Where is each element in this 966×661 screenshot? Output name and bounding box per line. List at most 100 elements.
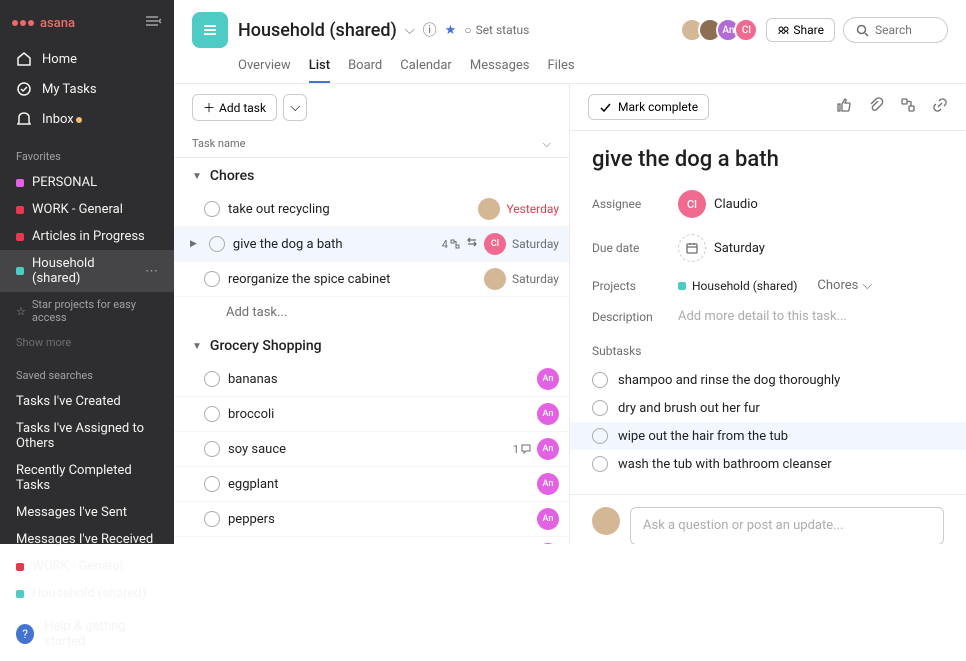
check-icon <box>599 101 612 114</box>
favorite-item[interactable]: Household (shared)⋯ <box>0 250 174 292</box>
tab-calendar[interactable]: Calendar <box>400 58 452 83</box>
like-icon[interactable] <box>836 97 852 117</box>
task-assignee-avatar[interactable] <box>478 198 500 220</box>
more-icon[interactable]: ⋯ <box>145 264 158 279</box>
collapse-sidebar-icon[interactable] <box>144 14 162 32</box>
column-menu-icon[interactable]: ⌵ <box>543 137 551 151</box>
favorite-item[interactable]: Articles in Progress <box>0 223 174 250</box>
task-row[interactable]: reorganize the spice cabinet Saturday <box>174 262 569 297</box>
assignee-field[interactable]: Cl Claudio <box>678 190 758 218</box>
search-input[interactable] <box>875 23 935 37</box>
info-icon[interactable]: ⓘ <box>423 20 437 40</box>
add-task-button[interactable]: ＋ Add task <box>192 94 277 121</box>
add-task-dropdown[interactable]: ⌵ <box>283 94 307 121</box>
section-header[interactable]: ▼Chores <box>174 158 569 192</box>
mark-complete-button[interactable]: Mark complete <box>588 94 709 120</box>
subtask-row[interactable]: dry and brush out her fur <box>592 394 944 422</box>
subtask-name: dry and brush out her fur <box>618 401 760 416</box>
complete-checkbox[interactable] <box>592 400 608 416</box>
saved-search-item[interactable]: Tasks I've Assigned to Others <box>0 415 174 457</box>
complete-checkbox[interactable] <box>204 201 220 217</box>
task-row[interactable]: ciabattaAn <box>174 537 569 544</box>
tab-messages[interactable]: Messages <box>470 58 530 83</box>
asana-logo[interactable]: asana <box>12 16 75 31</box>
search-box[interactable] <box>843 17 948 43</box>
subtask-row[interactable]: wipe out the hair from the tub <box>570 422 966 450</box>
saved-search-item[interactable]: Tasks I've Created <box>0 388 174 415</box>
complete-checkbox[interactable] <box>204 271 220 287</box>
task-row[interactable]: eggplantAn <box>174 467 569 502</box>
saved-search-item[interactable]: Messages I've Sent <box>0 499 174 526</box>
nav-my-tasks[interactable]: My Tasks <box>0 74 174 104</box>
project-icon[interactable] <box>192 12 228 48</box>
task-row[interactable]: soy sauce 1 An <box>174 432 569 467</box>
star-icon[interactable]: ★ <box>445 23 457 38</box>
task-row[interactable]: take out recyclingYesterday <box>174 192 569 227</box>
subtasks-header: Subtasks <box>592 344 944 358</box>
task-row[interactable]: broccoliAn <box>174 397 569 432</box>
subtask-row[interactable]: shampoo and rinse the dog thoroughly <box>592 366 944 394</box>
project-members[interactable]: AnCl <box>686 18 758 42</box>
nav-inbox[interactable]: Inbox <box>0 104 174 134</box>
saved-search-item[interactable]: Messages I've Received <box>0 526 174 553</box>
task-title[interactable]: give the dog a bath <box>592 147 944 172</box>
favorite-item[interactable]: WORK - General <box>0 196 174 223</box>
task-row[interactable]: ▶give the dog a bath4 ClSaturday <box>174 227 569 262</box>
task-due-date: Saturday <box>512 272 559 286</box>
inbox-icon <box>16 111 32 127</box>
project-tag[interactable]: Household (shared) <box>678 279 797 293</box>
subtask-icon[interactable] <box>900 97 916 117</box>
sidebar: asana HomeMy TasksInbox Favorites PERSON… <box>0 0 174 544</box>
section-header[interactable]: ▼Grocery Shopping <box>174 328 569 362</box>
complete-checkbox[interactable] <box>204 441 220 457</box>
add-task-inline[interactable]: Add task... <box>174 297 569 328</box>
saved-search-item[interactable]: Recently Completed Tasks <box>0 457 174 499</box>
tab-list[interactable]: List <box>309 58 330 83</box>
due-date-field[interactable]: Saturday <box>678 234 765 262</box>
task-assignee-avatar[interactable]: An <box>537 438 559 460</box>
complete-checkbox[interactable] <box>592 372 608 388</box>
task-row[interactable]: peppersAn <box>174 502 569 537</box>
complete-checkbox[interactable] <box>204 476 220 492</box>
task-assignee-avatar[interactable]: An <box>537 403 559 425</box>
show-more[interactable]: Show more <box>0 330 174 355</box>
complete-checkbox[interactable] <box>204 371 220 387</box>
user-avatar <box>592 507 620 535</box>
member-avatar[interactable]: Cl <box>734 18 758 42</box>
section-caret-icon: ▼ <box>192 341 202 352</box>
nav-home[interactable]: Home <box>0 44 174 74</box>
complete-checkbox[interactable] <box>204 511 220 527</box>
complete-checkbox[interactable] <box>209 236 225 252</box>
comment-input[interactable]: Ask a question or post an update... <box>630 507 944 544</box>
expand-icon[interactable]: ▶ <box>190 239 197 249</box>
tab-overview[interactable]: Overview <box>238 58 291 83</box>
task-assignee-avatar[interactable]: An <box>537 368 559 390</box>
move-icon[interactable] <box>466 236 478 252</box>
task-assignee-avatar[interactable]: An <box>537 473 559 495</box>
project-section-dropdown[interactable]: Chores ⌵ <box>817 278 872 293</box>
attachment-icon[interactable] <box>868 97 884 117</box>
tab-board[interactable]: Board <box>348 58 382 83</box>
favorite-item[interactable]: PERSONAL <box>0 169 174 196</box>
description-field[interactable]: Add more detail to this task... <box>678 309 847 324</box>
chevron-down-icon[interactable]: ⌵ <box>405 23 415 38</box>
recent-item[interactable]: Household (shared) <box>0 580 174 607</box>
tab-files[interactable]: Files <box>547 58 574 83</box>
recent-item[interactable]: WORK - General <box>0 553 174 580</box>
complete-checkbox[interactable] <box>204 406 220 422</box>
task-name: reorganize the spice cabinet <box>228 272 476 287</box>
task-assignee-avatar[interactable]: An <box>537 508 559 530</box>
task-row[interactable]: bananasAn <box>174 362 569 397</box>
project-title[interactable]: Household (shared) <box>238 20 397 41</box>
comment-count: 1 <box>513 443 531 456</box>
task-name: soy sauce <box>228 442 505 457</box>
task-assignee-avatar[interactable]: Cl <box>484 233 506 255</box>
complete-checkbox[interactable] <box>592 428 608 444</box>
set-status-button[interactable]: ○ Set status <box>464 23 529 37</box>
help-button[interactable]: ? Help & getting started <box>0 607 174 661</box>
complete-checkbox[interactable] <box>592 456 608 472</box>
task-assignee-avatar[interactable] <box>484 268 506 290</box>
subtask-row[interactable]: wash the tub with bathroom cleanser <box>592 450 944 478</box>
link-icon[interactable] <box>932 97 948 117</box>
share-button[interactable]: Share <box>766 18 835 42</box>
